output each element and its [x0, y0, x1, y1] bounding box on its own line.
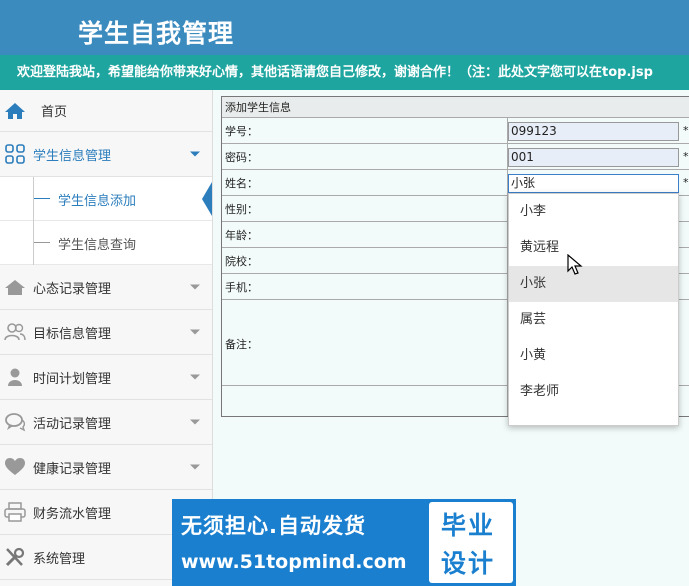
tree-line: [33, 221, 34, 265]
required-mark: *: [683, 176, 689, 189]
form-row-student-no: 学号： 099123 *: [222, 118, 689, 144]
printer-icon: [4, 501, 26, 523]
name-label: 姓名：: [225, 177, 258, 190]
sidebar-item-label: 首页: [41, 105, 68, 120]
sidebar-item-label: 时间计划管理: [33, 371, 112, 387]
name-autocomplete-list: 小李 黄远程 小张 属芸 小黄 李老师: [508, 193, 679, 426]
home-icon: [4, 100, 26, 122]
sidebar-item-label: 财务流水管理: [33, 506, 112, 522]
app-title: 学生自我管理: [78, 19, 235, 48]
ad-badge: 毕业 设计: [429, 502, 513, 583]
autocomplete-option[interactable]: 小李: [509, 194, 678, 230]
chevron-down-icon: [190, 464, 200, 470]
chevron-down-icon: [190, 151, 200, 157]
sidebar-item-student-mgmt[interactable]: 学生信息管理: [0, 132, 212, 177]
ad-banner[interactable]: 无须担心.自动发货 www.51topmind.com 毕业 设计: [172, 499, 516, 586]
sidebar-item-label: 目标信息管理: [33, 326, 112, 342]
student-no-input[interactable]: 099123: [508, 122, 679, 141]
submenu-item-label: 学生信息查询: [58, 238, 137, 253]
ad-url: www.51topmind.com: [181, 551, 407, 573]
autocomplete-option[interactable]: 李老师: [509, 374, 678, 410]
name-input[interactable]: 小张: [508, 174, 679, 193]
submenu-item-label: 学生信息添加: [58, 194, 137, 209]
sidebar-item-health[interactable]: 健康记录管理: [0, 445, 212, 490]
autocomplete-option[interactable]: 小张: [509, 266, 678, 302]
chevron-down-icon: [190, 284, 200, 290]
chat-icon: [4, 411, 26, 433]
required-mark: *: [683, 124, 689, 137]
sidebar-item-mood[interactable]: 心态记录管理: [0, 265, 212, 310]
ad-badge-line2: 设计: [441, 549, 496, 578]
student-submenu: 学生信息添加 学生信息查询: [0, 177, 212, 265]
remark-label: 备注：: [225, 338, 258, 351]
active-indicator-icon: [202, 182, 212, 216]
grid-icon: [4, 143, 26, 165]
sidebar-item-label: 心态记录管理: [33, 281, 112, 297]
sidebar-item-home[interactable]: 首页: [0, 90, 212, 132]
autocomplete-option[interactable]: 黄远程: [509, 230, 678, 266]
submenu-item-query-student[interactable]: 学生信息查询: [0, 221, 212, 265]
form-title: 添加学生信息: [222, 97, 689, 118]
tree-dash: [34, 242, 50, 243]
home-outline-icon: [4, 276, 26, 298]
phone-label: 手机：: [225, 281, 258, 294]
ad-badge-line1: 毕业: [441, 511, 496, 540]
tools-icon: [4, 546, 26, 568]
autocomplete-option[interactable]: 小黄: [509, 338, 678, 374]
college-label: 院校：: [225, 255, 258, 268]
password-label: 密码：: [225, 151, 258, 164]
sidebar-item-label: 活动记录管理: [33, 416, 112, 432]
ad-headline: 无须担心.自动发货: [181, 514, 366, 538]
welcome-marquee: 欢迎登陆我站，希望能给你带来好心情，其他话语请您自己修改，谢谢合作！（注：此处文…: [0, 55, 689, 90]
chevron-down-icon: [190, 419, 200, 425]
student-no-label: 学号：: [225, 125, 258, 138]
sidebar-item-time-plan[interactable]: 时间计划管理: [0, 355, 212, 400]
password-input[interactable]: 001: [508, 148, 679, 167]
age-label: 年龄：: [225, 229, 258, 242]
sidebar-item-label: 系统管理: [33, 551, 86, 567]
user-icon: [4, 366, 26, 388]
sidebar-item-goal[interactable]: 目标信息管理: [0, 310, 212, 355]
chevron-down-icon: [190, 374, 200, 380]
required-mark: *: [683, 150, 689, 163]
users-icon: [4, 321, 26, 343]
submenu-item-add-student[interactable]: 学生信息添加: [0, 177, 212, 221]
chevron-down-icon: [190, 329, 200, 335]
sidebar-item-label: 学生信息管理: [33, 148, 112, 164]
app-header: 学生自我管理: [0, 0, 689, 55]
heart-icon: [4, 456, 26, 478]
autocomplete-option[interactable]: 属芸: [509, 302, 678, 338]
form-row-password: 密码： 001 *: [222, 144, 689, 170]
sidebar-item-label: 健康记录管理: [33, 461, 112, 477]
sidebar-item-activity[interactable]: 活动记录管理: [0, 400, 212, 445]
tree-line: [33, 177, 34, 221]
gender-label: 性别：: [225, 203, 258, 216]
tree-dash: [34, 198, 50, 199]
mouse-cursor-icon: [567, 253, 583, 280]
